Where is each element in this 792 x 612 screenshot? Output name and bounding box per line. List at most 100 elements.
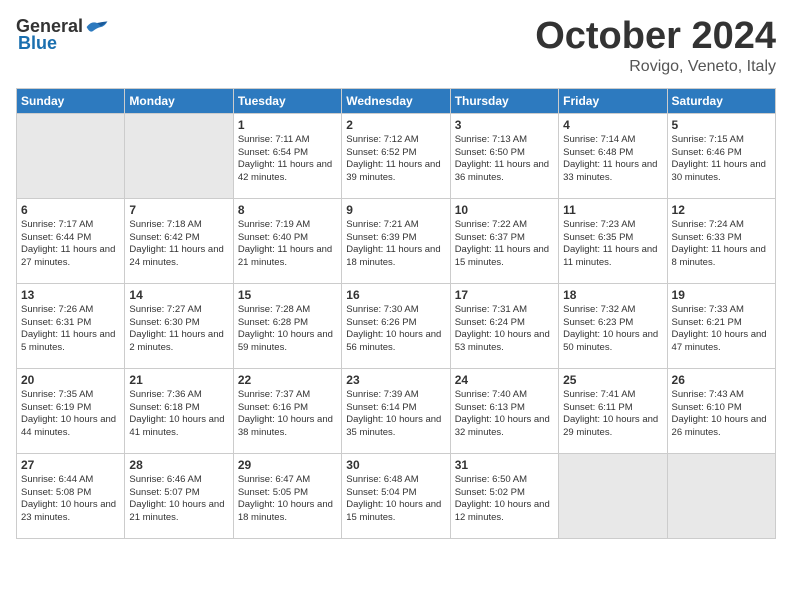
day-info: Sunrise: 7:36 AMSunset: 6:18 PMDaylight:… — [129, 389, 228, 440]
calendar-cell: 16 Sunrise: 7:30 AMSunset: 6:26 PMDaylig… — [342, 283, 450, 368]
day-number: 31 — [455, 458, 554, 472]
day-number: 29 — [238, 458, 337, 472]
day-info: Sunrise: 7:21 AMSunset: 6:39 PMDaylight:… — [346, 219, 445, 270]
day-info: Sunrise: 7:28 AMSunset: 6:28 PMDaylight:… — [238, 304, 337, 355]
day-info: Sunrise: 7:41 AMSunset: 6:11 PMDaylight:… — [563, 389, 662, 440]
logo: General Blue — [16, 16, 109, 54]
calendar-week-1: 1 Sunrise: 7:11 AMSunset: 6:54 PMDayligh… — [17, 113, 776, 198]
calendar-cell: 15 Sunrise: 7:28 AMSunset: 6:28 PMDaylig… — [233, 283, 341, 368]
day-info: Sunrise: 7:39 AMSunset: 6:14 PMDaylight:… — [346, 389, 445, 440]
calendar-cell: 19 Sunrise: 7:33 AMSunset: 6:21 PMDaylig… — [667, 283, 775, 368]
col-monday: Monday — [125, 88, 233, 113]
day-number: 12 — [672, 203, 771, 217]
day-number: 3 — [455, 118, 554, 132]
day-number: 19 — [672, 288, 771, 302]
calendar-cell: 25 Sunrise: 7:41 AMSunset: 6:11 PMDaylig… — [559, 368, 667, 453]
col-tuesday: Tuesday — [233, 88, 341, 113]
calendar-cell: 27 Sunrise: 6:44 AMSunset: 5:08 PMDaylig… — [17, 453, 125, 538]
calendar-cell: 26 Sunrise: 7:43 AMSunset: 6:10 PMDaylig… — [667, 368, 775, 453]
day-number: 26 — [672, 373, 771, 387]
day-info: Sunrise: 7:33 AMSunset: 6:21 PMDaylight:… — [672, 304, 771, 355]
calendar-cell: 13 Sunrise: 7:26 AMSunset: 6:31 PMDaylig… — [17, 283, 125, 368]
day-number: 9 — [346, 203, 445, 217]
day-number: 8 — [238, 203, 337, 217]
day-info: Sunrise: 7:40 AMSunset: 6:13 PMDaylight:… — [455, 389, 554, 440]
day-info: Sunrise: 7:19 AMSunset: 6:40 PMDaylight:… — [238, 219, 337, 270]
day-info: Sunrise: 7:15 AMSunset: 6:46 PMDaylight:… — [672, 134, 771, 185]
day-number: 24 — [455, 373, 554, 387]
day-number: 2 — [346, 118, 445, 132]
calendar-cell — [559, 453, 667, 538]
day-info: Sunrise: 7:22 AMSunset: 6:37 PMDaylight:… — [455, 219, 554, 270]
day-info: Sunrise: 7:31 AMSunset: 6:24 PMDaylight:… — [455, 304, 554, 355]
day-info: Sunrise: 7:13 AMSunset: 6:50 PMDaylight:… — [455, 134, 554, 185]
day-info: Sunrise: 7:12 AMSunset: 6:52 PMDaylight:… — [346, 134, 445, 185]
day-info: Sunrise: 6:47 AMSunset: 5:05 PMDaylight:… — [238, 474, 337, 525]
day-number: 25 — [563, 373, 662, 387]
day-info: Sunrise: 7:23 AMSunset: 6:35 PMDaylight:… — [563, 219, 662, 270]
calendar-cell: 3 Sunrise: 7:13 AMSunset: 6:50 PMDayligh… — [450, 113, 558, 198]
day-info: Sunrise: 6:46 AMSunset: 5:07 PMDaylight:… — [129, 474, 228, 525]
day-number: 23 — [346, 373, 445, 387]
calendar-cell: 6 Sunrise: 7:17 AMSunset: 6:44 PMDayligh… — [17, 198, 125, 283]
calendar-cell: 23 Sunrise: 7:39 AMSunset: 6:14 PMDaylig… — [342, 368, 450, 453]
calendar-week-5: 27 Sunrise: 6:44 AMSunset: 5:08 PMDaylig… — [17, 453, 776, 538]
page-header: General Blue October 2024 Rovigo, Veneto… — [16, 16, 776, 76]
day-number: 16 — [346, 288, 445, 302]
day-number: 6 — [21, 203, 120, 217]
day-number: 7 — [129, 203, 228, 217]
calendar-cell: 1 Sunrise: 7:11 AMSunset: 6:54 PMDayligh… — [233, 113, 341, 198]
calendar-cell: 10 Sunrise: 7:22 AMSunset: 6:37 PMDaylig… — [450, 198, 558, 283]
calendar-cell — [667, 453, 775, 538]
day-number: 4 — [563, 118, 662, 132]
day-number: 15 — [238, 288, 337, 302]
day-number: 11 — [563, 203, 662, 217]
calendar-cell: 29 Sunrise: 6:47 AMSunset: 5:05 PMDaylig… — [233, 453, 341, 538]
day-info: Sunrise: 6:44 AMSunset: 5:08 PMDaylight:… — [21, 474, 120, 525]
day-number: 13 — [21, 288, 120, 302]
calendar-week-2: 6 Sunrise: 7:17 AMSunset: 6:44 PMDayligh… — [17, 198, 776, 283]
calendar-cell: 7 Sunrise: 7:18 AMSunset: 6:42 PMDayligh… — [125, 198, 233, 283]
day-info: Sunrise: 7:17 AMSunset: 6:44 PMDaylight:… — [21, 219, 120, 270]
header-row: Sunday Monday Tuesday Wednesday Thursday… — [17, 88, 776, 113]
calendar-cell: 21 Sunrise: 7:36 AMSunset: 6:18 PMDaylig… — [125, 368, 233, 453]
calendar-cell: 8 Sunrise: 7:19 AMSunset: 6:40 PMDayligh… — [233, 198, 341, 283]
calendar-cell: 20 Sunrise: 7:35 AMSunset: 6:19 PMDaylig… — [17, 368, 125, 453]
calendar-week-3: 13 Sunrise: 7:26 AMSunset: 6:31 PMDaylig… — [17, 283, 776, 368]
col-friday: Friday — [559, 88, 667, 113]
day-info: Sunrise: 7:14 AMSunset: 6:48 PMDaylight:… — [563, 134, 662, 185]
day-number: 18 — [563, 288, 662, 302]
day-info: Sunrise: 6:48 AMSunset: 5:04 PMDaylight:… — [346, 474, 445, 525]
day-info: Sunrise: 7:37 AMSunset: 6:16 PMDaylight:… — [238, 389, 337, 440]
calendar-cell: 12 Sunrise: 7:24 AMSunset: 6:33 PMDaylig… — [667, 198, 775, 283]
calendar-cell: 24 Sunrise: 7:40 AMSunset: 6:13 PMDaylig… — [450, 368, 558, 453]
day-info: Sunrise: 7:11 AMSunset: 6:54 PMDaylight:… — [238, 134, 337, 185]
col-thursday: Thursday — [450, 88, 558, 113]
title-block: October 2024 Rovigo, Veneto, Italy — [535, 16, 776, 76]
calendar-cell: 14 Sunrise: 7:27 AMSunset: 6:30 PMDaylig… — [125, 283, 233, 368]
day-number: 21 — [129, 373, 228, 387]
day-info: Sunrise: 6:50 AMSunset: 5:02 PMDaylight:… — [455, 474, 554, 525]
day-number: 14 — [129, 288, 228, 302]
day-number: 10 — [455, 203, 554, 217]
calendar-cell: 18 Sunrise: 7:32 AMSunset: 6:23 PMDaylig… — [559, 283, 667, 368]
day-info: Sunrise: 7:18 AMSunset: 6:42 PMDaylight:… — [129, 219, 228, 270]
calendar-cell: 17 Sunrise: 7:31 AMSunset: 6:24 PMDaylig… — [450, 283, 558, 368]
day-number: 22 — [238, 373, 337, 387]
calendar-week-4: 20 Sunrise: 7:35 AMSunset: 6:19 PMDaylig… — [17, 368, 776, 453]
calendar-cell: 31 Sunrise: 6:50 AMSunset: 5:02 PMDaylig… — [450, 453, 558, 538]
day-number: 5 — [672, 118, 771, 132]
logo-bird-icon — [85, 18, 109, 36]
day-number: 28 — [129, 458, 228, 472]
day-number: 17 — [455, 288, 554, 302]
month-title: October 2024 — [535, 16, 776, 58]
col-saturday: Saturday — [667, 88, 775, 113]
day-number: 30 — [346, 458, 445, 472]
day-info: Sunrise: 7:24 AMSunset: 6:33 PMDaylight:… — [672, 219, 771, 270]
calendar-cell: 9 Sunrise: 7:21 AMSunset: 6:39 PMDayligh… — [342, 198, 450, 283]
calendar-cell: 4 Sunrise: 7:14 AMSunset: 6:48 PMDayligh… — [559, 113, 667, 198]
calendar-cell: 11 Sunrise: 7:23 AMSunset: 6:35 PMDaylig… — [559, 198, 667, 283]
page-container: General Blue October 2024 Rovigo, Veneto… — [16, 16, 776, 539]
calendar-cell: 2 Sunrise: 7:12 AMSunset: 6:52 PMDayligh… — [342, 113, 450, 198]
day-info: Sunrise: 7:26 AMSunset: 6:31 PMDaylight:… — [21, 304, 120, 355]
